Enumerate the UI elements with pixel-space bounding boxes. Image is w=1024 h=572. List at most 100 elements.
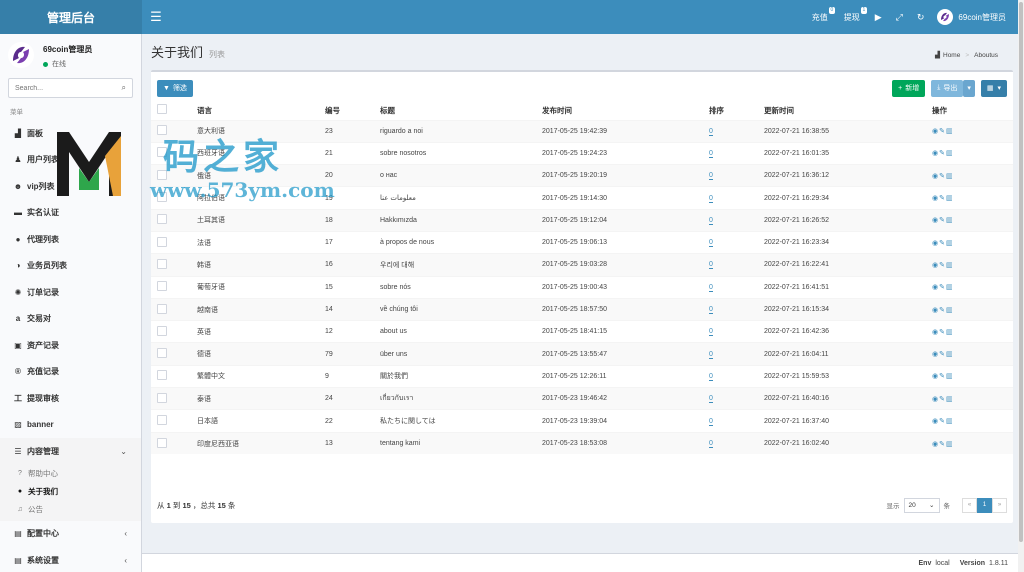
breadcrumb-home[interactable]: Home (943, 52, 960, 59)
sort-editable[interactable]: 0 (709, 328, 713, 337)
trash-icon[interactable]: ▥ (946, 150, 954, 157)
sort-editable[interactable]: 0 (709, 372, 713, 381)
sidebar-item-8[interactable]: ▣ 资产记录 (0, 332, 141, 359)
sidebar-item-9[interactable]: ® 充值记录 (0, 359, 141, 386)
next-page-button[interactable]: » (992, 497, 1007, 513)
row-checkbox[interactable] (157, 214, 167, 225)
sidebar-subitem-notice[interactable]: ♫ 公告 (0, 501, 141, 519)
edit-icon[interactable]: ✎ (939, 373, 946, 380)
refresh-icon[interactable]: ↻ (917, 12, 925, 23)
sort-editable[interactable]: 0 (709, 417, 713, 426)
edit-icon[interactable]: ✎ (939, 240, 946, 247)
add-button[interactable]: + 新增 (892, 79, 926, 97)
row-checkbox[interactable] (157, 147, 167, 158)
page-scrollbar[interactable] (1018, 0, 1024, 572)
sidebar-toggle-icon[interactable]: ☰ (142, 0, 170, 34)
trash-icon[interactable]: ▥ (946, 128, 954, 135)
sidebar-item-4[interactable]: ● 代理列表 (0, 226, 141, 253)
edit-icon[interactable]: ✎ (939, 329, 946, 336)
sidebar-subitem-about[interactable]: ● 关于我们 (0, 483, 141, 501)
sidebar-item-3[interactable]: ▬ 实名认证 (0, 200, 141, 227)
edit-icon[interactable]: ✎ (939, 262, 946, 269)
sort-editable[interactable]: 0 (709, 350, 713, 359)
sidebar-item-0[interactable]: ▟ 面板 (0, 120, 141, 147)
search-icon[interactable]: ⌕ (122, 83, 126, 93)
sidebar-item-system[interactable]: ▤ 系统设置 ‹ (0, 547, 141, 572)
edit-icon[interactable]: ✎ (939, 173, 946, 180)
sidebar-item-10[interactable]: 工提现审核 (0, 385, 141, 412)
row-checkbox[interactable] (157, 258, 167, 269)
select-all-checkbox[interactable] (157, 104, 167, 115)
export-button[interactable]: ⤓ 导出 (931, 79, 964, 97)
sidebar-search-input[interactable] (15, 84, 122, 92)
trash-icon[interactable]: ▥ (946, 418, 954, 425)
row-checkbox[interactable] (157, 392, 167, 403)
page-1-button[interactable]: 1 (977, 497, 992, 513)
trash-icon[interactable]: ▥ (946, 240, 954, 247)
edit-icon[interactable]: ✎ (939, 195, 946, 202)
recharge-link[interactable]: 充值 0 (812, 6, 835, 23)
row-checkbox[interactable] (157, 348, 167, 359)
play-icon[interactable]: ▶ (875, 12, 882, 23)
row-checkbox[interactable] (157, 437, 167, 448)
fullscreen-icon[interactable]: ⤢ (896, 12, 903, 23)
edit-icon[interactable]: ✎ (939, 441, 946, 448)
edit-icon[interactable]: ✎ (939, 351, 946, 358)
trash-icon[interactable]: ▥ (946, 217, 954, 224)
trash-icon[interactable]: ▥ (946, 373, 954, 380)
edit-icon[interactable]: ✎ (939, 307, 946, 314)
row-checkbox[interactable] (157, 192, 167, 203)
sidebar-subitem-help[interactable]: ? 帮助中心 (0, 465, 141, 483)
logo[interactable]: 管理后台 (0, 0, 142, 34)
user-menu[interactable]: 69coin管理员 (937, 9, 1006, 25)
edit-icon[interactable]: ✎ (939, 128, 946, 135)
prev-page-button[interactable]: « (962, 497, 977, 513)
row-checkbox[interactable] (157, 370, 167, 381)
row-checkbox[interactable] (157, 281, 167, 292)
trash-icon[interactable]: ▥ (946, 396, 954, 403)
sort-editable[interactable]: 0 (709, 239, 713, 248)
trash-icon[interactable]: ▥ (946, 195, 954, 202)
trash-icon[interactable]: ▥ (946, 262, 954, 269)
sort-editable[interactable]: 0 (709, 216, 713, 225)
sidebar-item-1[interactable]: ♟ 用户列表 (0, 147, 141, 174)
sidebar-item-2[interactable]: ☻ vip列表 (0, 173, 141, 200)
trash-icon[interactable]: ▥ (946, 351, 954, 358)
edit-icon[interactable]: ✎ (939, 217, 946, 224)
sort-editable[interactable]: 0 (709, 149, 713, 158)
columns-button[interactable]: ▦ ▾ (980, 79, 1007, 97)
export-dropdown-button[interactable]: ▾ (963, 79, 975, 97)
sort-editable[interactable]: 0 (709, 261, 713, 270)
sidebar-item-config[interactable]: ▤ 配置中心 ‹ (0, 521, 141, 548)
sort-editable[interactable]: 0 (709, 127, 713, 136)
trash-icon[interactable]: ▥ (946, 441, 954, 448)
trash-icon[interactable]: ▥ (946, 173, 954, 180)
edit-icon[interactable]: ✎ (939, 396, 946, 403)
edit-icon[interactable]: ✎ (939, 284, 946, 291)
row-checkbox[interactable] (157, 236, 167, 247)
row-checkbox[interactable] (157, 303, 167, 314)
sidebar-item-6[interactable]: ✺ 订单记录 (0, 279, 141, 306)
sidebar-item-11[interactable]: ▨ banner (0, 412, 141, 439)
sidebar-item-content-mgmt[interactable]: ☰ 内容管理 ⌄ (0, 438, 141, 465)
sort-editable[interactable]: 0 (709, 440, 713, 449)
sidebar-item-7[interactable]: a 交易对 (0, 306, 141, 333)
withdraw-link[interactable]: 提现 1 (844, 6, 867, 23)
sidebar-item-5[interactable]: ◑ 业务员列表 (0, 253, 141, 280)
filter-button[interactable]: ▼ 筛选 (157, 79, 193, 97)
row-checkbox[interactable] (157, 415, 167, 425)
edit-icon[interactable]: ✎ (939, 150, 946, 157)
page-size-select[interactable]: 20 ⌄ (903, 497, 940, 513)
sort-editable[interactable]: 0 (709, 283, 713, 292)
row-checkbox[interactable] (157, 169, 167, 180)
sort-editable[interactable]: 0 (709, 172, 713, 181)
sort-editable[interactable]: 0 (709, 194, 713, 203)
sort-editable[interactable]: 0 (709, 306, 713, 315)
scrollbar-thumb[interactable] (1019, 2, 1023, 542)
row-checkbox[interactable] (157, 325, 167, 336)
trash-icon[interactable]: ▥ (946, 307, 954, 314)
sort-editable[interactable]: 0 (709, 395, 713, 404)
trash-icon[interactable]: ▥ (946, 284, 954, 291)
edit-icon[interactable]: ✎ (939, 418, 946, 425)
row-checkbox[interactable] (157, 125, 167, 136)
